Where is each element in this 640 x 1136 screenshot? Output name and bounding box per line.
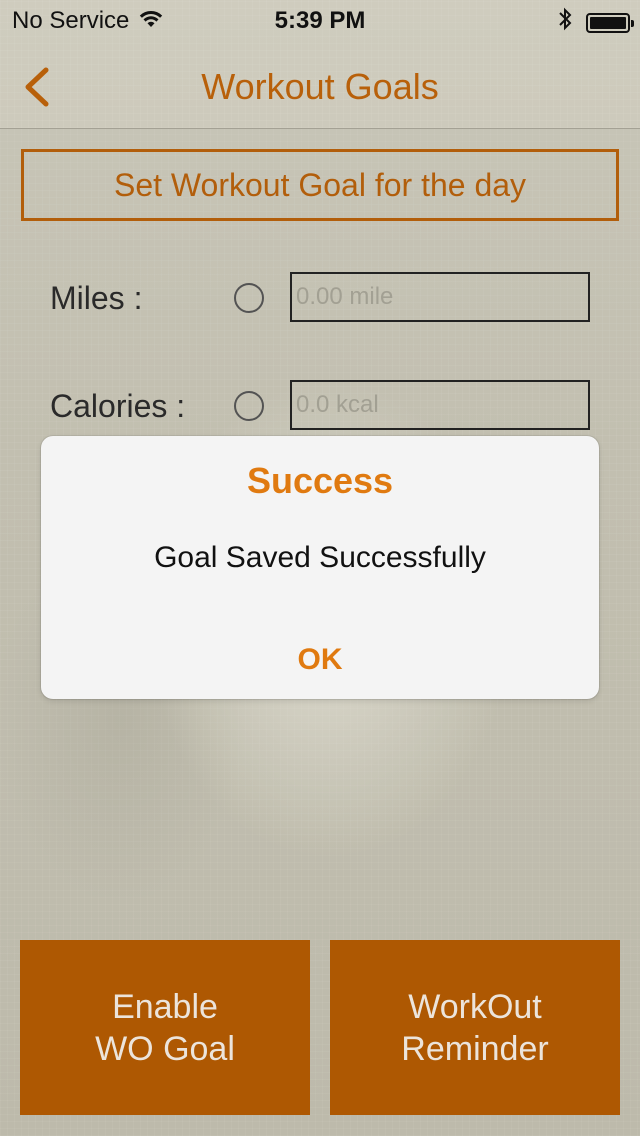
battery-icon [586, 12, 634, 33]
status-bar: No Service 5:39 PM [0, 0, 640, 40]
alert-ok-button[interactable]: OK [41, 621, 599, 699]
clock: 5:39 PM [274, 7, 366, 34]
alert-title: Success [246, 460, 394, 501]
success-alert: Success Goal Saved Successfully OK [41, 436, 599, 699]
bluetooth-icon [558, 7, 572, 38]
navigation-bar: Workout Goals [0, 40, 640, 129]
page-title: Workout Goals [201, 66, 439, 107]
alert-message: Goal Saved Successfully [154, 541, 486, 574]
